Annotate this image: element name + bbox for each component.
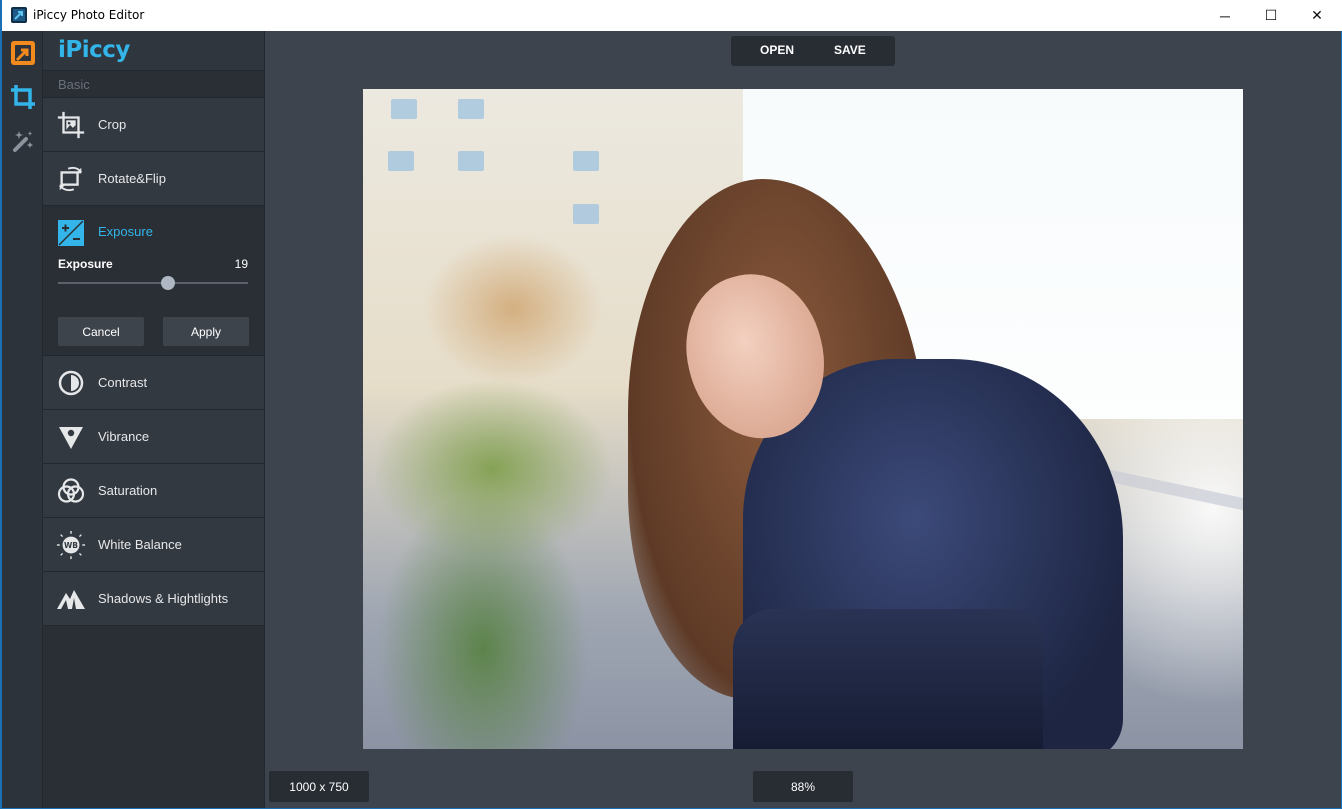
tool-shadows-highlights[interactable]: Shadows & Hightlights: [43, 572, 264, 626]
photo-building-window: [458, 99, 484, 119]
rail-basic-tools[interactable]: [2, 75, 43, 119]
tool-white-balance[interactable]: WB White Balance: [43, 518, 264, 572]
crop-icon: [56, 110, 86, 140]
minimize-button[interactable]: ─: [1202, 0, 1248, 31]
vibrance-icon: [56, 422, 86, 452]
tool-label: Saturation: [98, 483, 158, 498]
photo-subject-arm: [733, 609, 1043, 749]
tool-label: Shadows & Hightlights: [98, 591, 229, 606]
photo-building-window: [388, 151, 414, 171]
photo-canvas[interactable]: [363, 89, 1243, 749]
window-title: iPiccy Photo Editor: [33, 8, 145, 22]
photo-building-window: [573, 151, 599, 171]
exposure-value: 19: [234, 257, 248, 271]
cancel-button[interactable]: Cancel: [58, 317, 144, 346]
brand-logo: iPiccy: [58, 37, 130, 63]
tool-label: White Balance: [98, 537, 182, 552]
file-toolbar: OPEN SAVE: [731, 36, 895, 66]
exposure-slider-thumb[interactable]: [161, 276, 176, 290]
brand-header: iPiccy: [43, 31, 264, 71]
tool-saturation[interactable]: Saturation: [43, 464, 264, 518]
section-label: Basic: [58, 77, 90, 92]
maximize-icon: ☐: [1264, 7, 1278, 23]
tool-exposure-label[interactable]: Exposure: [98, 224, 153, 239]
tool-vibrance[interactable]: Vibrance: [43, 410, 264, 464]
tool-crop[interactable]: Crop: [43, 98, 264, 152]
rotate-flip-icon: [56, 164, 86, 194]
title-bar: iPiccy Photo Editor ─ ☐ ✕: [2, 0, 1342, 31]
tool-rail: [2, 31, 43, 808]
close-icon: ✕: [1311, 7, 1323, 23]
magic-wand-icon: [12, 131, 33, 152]
section-header: Basic: [43, 72, 264, 98]
white-balance-icon: WB: [56, 530, 86, 560]
ipiccy-logo-icon: [10, 41, 35, 65]
exposure-slider-label: Exposure: [58, 257, 113, 271]
saturation-icon: [56, 476, 86, 506]
maximize-button[interactable]: ☐: [1248, 0, 1294, 31]
tools-panel: iPiccy Basic Crop Rotate&Flip Exposure E…: [43, 31, 265, 808]
exposure-icon: [58, 220, 84, 251]
tool-rotate-flip[interactable]: Rotate&Flip: [43, 152, 264, 206]
photo-building-window: [458, 151, 484, 171]
rail-effects[interactable]: [2, 119, 43, 163]
contrast-icon: [56, 368, 86, 398]
save-button[interactable]: SAVE: [834, 43, 866, 57]
minimize-icon: ─: [1220, 7, 1230, 24]
svg-text:WB: WB: [64, 541, 78, 550]
rail-logo[interactable]: [2, 31, 43, 75]
zoom-level[interactable]: 88%: [753, 771, 853, 802]
tool-label: Vibrance: [98, 429, 150, 444]
shadows-highlights-icon: [56, 584, 86, 614]
open-button[interactable]: OPEN: [760, 43, 794, 57]
tool-contrast[interactable]: Contrast: [43, 356, 264, 410]
close-button[interactable]: ✕: [1294, 0, 1340, 31]
photo-building-window: [573, 204, 599, 224]
photo-building-window: [391, 99, 417, 119]
apply-button[interactable]: Apply: [163, 317, 249, 346]
app-icon: [11, 7, 27, 23]
tool-label: Rotate&Flip: [98, 171, 166, 186]
tool-label: Crop: [98, 117, 127, 132]
crop-tool-icon: [10, 85, 35, 109]
exposure-slider-track[interactable]: [58, 282, 248, 284]
app-window: iPiccy Photo Editor ─ ☐ ✕ iPiccy Basic C…: [1, 0, 1342, 808]
image-dimensions: 1000 x 750: [269, 771, 369, 802]
tool-exposure-expanded: Exposure Exposure 19 Cancel Apply: [43, 206, 264, 356]
tool-label: Contrast: [98, 375, 148, 390]
